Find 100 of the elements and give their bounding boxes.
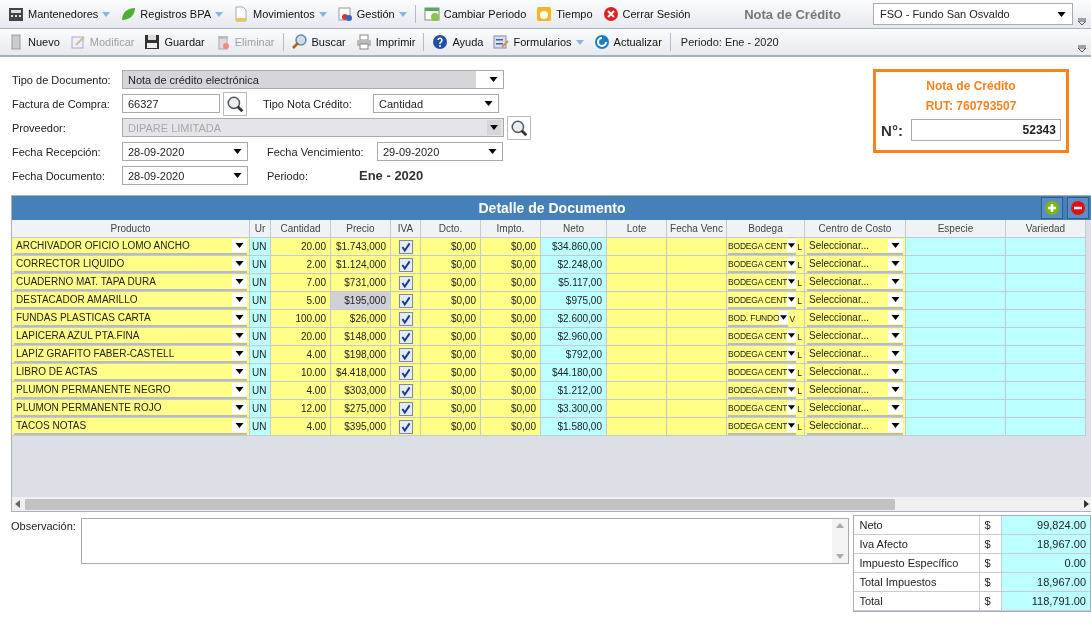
column-header[interactable]: IVA [391,220,421,238]
cost-center-select[interactable]: Seleccionar... [807,310,903,327]
table-cell: UN [250,256,271,274]
table-cell: $0,00 [421,256,481,274]
column-header[interactable]: Neto [541,220,607,238]
toolbar-button[interactable]: Nuevo [4,31,64,53]
overflow-icon[interactable] [1077,45,1087,53]
caret-icon [891,279,900,284]
menu-item[interactable]: Cambiar Periodo [419,3,531,25]
table-cell: $0,00 [481,292,541,310]
menu-item[interactable]: Gestión [332,3,411,25]
cost-center-select[interactable]: Seleccionar... [807,418,903,435]
menu-item[interactable]: Registros BPA [116,3,228,25]
product-select[interactable]: PLUMON PERMANENTE ROJO [14,400,247,417]
column-header[interactable]: Especie [906,220,1006,238]
product-select[interactable]: PLUMON PERMANENTE NEGRO [14,382,247,399]
checkbox[interactable] [398,257,413,272]
column-header[interactable]: Cantidad [271,220,331,238]
product-select[interactable]: DESTACADOR AMARILLO [14,292,247,309]
cost-center-select[interactable]: Seleccionar... [807,292,903,309]
checkbox[interactable] [398,347,413,362]
remove-row-button[interactable] [1067,197,1089,219]
checkbox[interactable] [398,311,413,326]
field-label: Periodo: [267,169,309,182]
menu-item[interactable]: Cerrar Sesión [598,3,695,25]
table-cell: $3.300,00 [541,400,607,418]
document-type-select[interactable]: Nota de crédito electrónica [122,70,504,89]
menu-item[interactable]: Movimientos [229,3,331,25]
table-cell: UN [250,238,271,256]
product-select[interactable]: CUADERNO MAT. TAPA DURA [14,274,247,291]
toolbar-button[interactable]: Guardar [140,31,209,53]
table-cell: $303,000 [331,382,391,400]
warehouse-select[interactable]: BODEGA CENT [728,418,797,435]
scroll-left-icon[interactable] [15,500,21,508]
toolbar-button[interactable]: Ayuda [428,31,488,53]
cell-text: L [796,259,802,270]
dropdown-arrow-icon [102,11,111,17]
product-select[interactable]: LAPICERA AZUL PTA.FINA [14,328,247,345]
horizontal-scrollbar[interactable] [12,497,1091,511]
caret-icon [891,243,900,248]
total-label: Neto [854,516,981,534]
checkbox[interactable] [398,419,413,434]
cost-center-select[interactable]: Seleccionar... [807,346,903,363]
menu-item[interactable]: Mantenedores [4,3,115,25]
table-cell: 4.00 [271,346,331,364]
checkbox[interactable] [398,401,413,416]
column-header[interactable]: Bodega [727,220,805,238]
product-select[interactable]: FUNDAS PLASTICAS CARTA [14,310,247,327]
check-icon [399,240,412,253]
checkbox[interactable] [398,365,413,380]
column-header[interactable]: Centro de Costo [805,220,906,238]
scroll-right-icon[interactable] [1083,500,1089,508]
column-header[interactable]: Ur [250,220,271,238]
product-select[interactable]: LAPIZ GRAFITO FABER-CASTELL [14,346,247,363]
check-icon [399,366,412,379]
column-header[interactable]: Lote [607,220,667,238]
checkbox[interactable] [398,293,413,308]
toolbar-button[interactable]: Imprimir [351,31,420,53]
checkbox[interactable] [398,239,413,254]
cost-center-select[interactable]: Seleccionar... [807,238,903,255]
menu-item[interactable]: Tiempo [532,3,597,25]
checkbox[interactable] [398,275,413,290]
product-select[interactable]: CORRECTOR LIQUIDO [14,256,247,273]
search-button[interactable] [223,91,247,116]
product-select[interactable]: LIBRO DE ACTAS [14,364,247,381]
toolbar-button[interactable]: Actualizar [589,31,666,53]
toolbar-button[interactable]: Formularios [489,31,588,53]
cost-center-select[interactable]: Seleccionar... [807,400,903,417]
cost-center-select[interactable]: Seleccionar... [807,364,903,381]
caret-icon [891,369,900,374]
caret-icon [235,261,244,266]
overflow-icon[interactable] [1077,18,1087,26]
table-cell: $0,00 [481,274,541,292]
checkbox[interactable] [398,383,413,398]
cost-center-select[interactable]: Seleccionar... [807,382,903,399]
checkbox[interactable] [398,329,413,344]
search-button[interactable] [507,115,531,140]
product-select[interactable]: ARCHIVADOR OFICIO LOMO ANCHO [14,238,247,255]
column-header[interactable]: Producto [12,220,250,238]
input-field[interactable]: 66327 [122,94,220,113]
number-field[interactable]: 52343 [910,119,1061,141]
column-header[interactable]: Fecha Venc [667,220,727,238]
date-picker[interactable]: 28-09-2020 [122,166,248,185]
cost-center-select[interactable]: Seleccionar... [807,274,903,291]
date-picker[interactable]: 29-09-2020 [377,142,503,161]
credit-type-select[interactable]: Cantidad [373,94,499,113]
table-cell: $44.180,00 [541,364,607,382]
table-cell: $198,000 [331,346,391,364]
column-header[interactable]: Precio [331,220,391,238]
cost-center-select[interactable]: Seleccionar... [807,328,903,345]
table-cell: 7.00 [271,274,331,292]
column-header[interactable]: Impto. [481,220,541,238]
column-header[interactable]: Variedad [1006,220,1086,238]
date-picker[interactable]: 28-09-2020 [122,142,248,161]
toolbar-button[interactable]: Buscar [287,31,350,53]
cost-center-select[interactable]: Seleccionar... [807,256,903,273]
company-select[interactable]: FSO - Fundo San Osvaldo [873,3,1073,25]
product-select[interactable]: TACOS NOTAS [14,418,247,435]
add-row-button[interactable] [1041,197,1063,219]
column-header[interactable]: Dcto. [421,220,481,238]
